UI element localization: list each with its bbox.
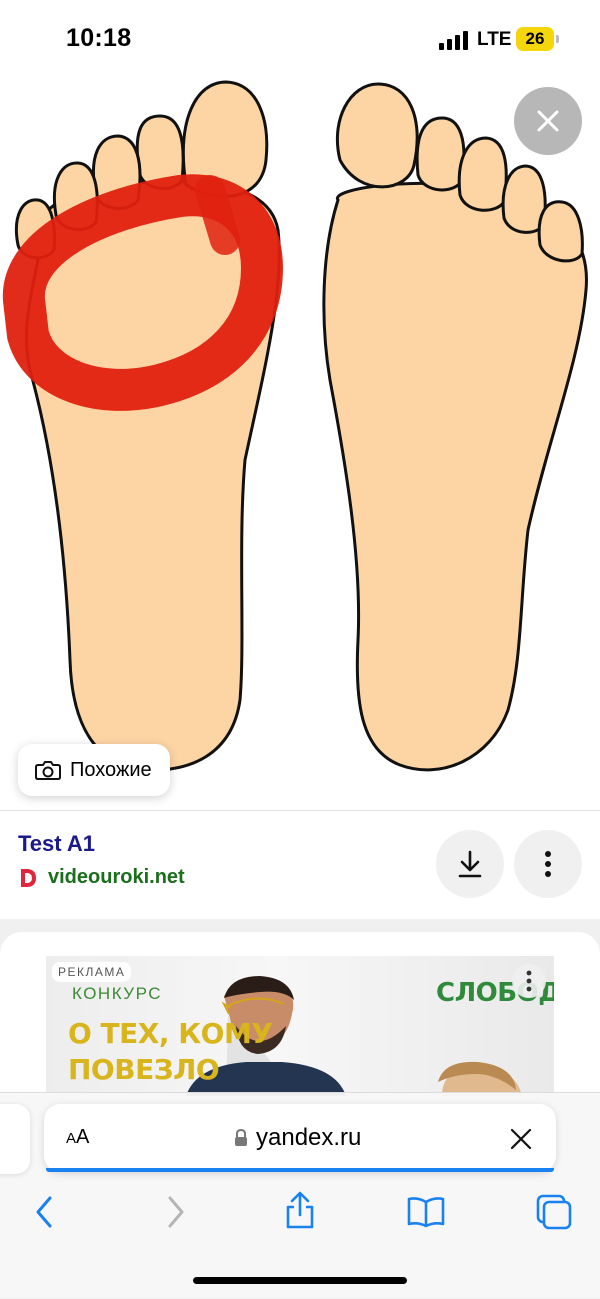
- ad-banner[interactable]: РЕКЛАМА КОНКУРС О ТЕХ, КОМУ ПОВЕЗЛО СЛОБ…: [46, 956, 554, 1096]
- share-icon[interactable]: [284, 1190, 316, 1230]
- camera-search-icon: [35, 761, 61, 780]
- tabs-icon[interactable]: [534, 1192, 574, 1230]
- network-type: LTE: [477, 29, 512, 50]
- ad-contest-label: КОНКУРС: [72, 984, 163, 1003]
- address-bar[interactable]: AA yandex.ru: [44, 1104, 556, 1172]
- address-domain[interactable]: yandex.ru: [234, 1124, 361, 1152]
- domain-text: yandex.ru: [256, 1124, 362, 1151]
- download-icon: [458, 850, 482, 878]
- signal-icon: [439, 30, 469, 50]
- download-button[interactable]: [436, 830, 504, 898]
- battery-level: 26: [525, 29, 545, 48]
- page-load-progress: [46, 1168, 554, 1172]
- status-time: 10:18: [66, 24, 132, 52]
- more-button[interactable]: [514, 830, 582, 898]
- book-icon[interactable]: [406, 1196, 446, 1228]
- similar-images-label: Похожие: [70, 758, 152, 781]
- image-viewer[interactable]: [0, 66, 600, 801]
- ad-headline-line2: ПОВЕЗЛО: [68, 1053, 220, 1086]
- ad-headline: О ТЕХ, КОМУ ПОВЕЗЛО: [68, 1016, 273, 1088]
- more-vertical-icon: [545, 851, 551, 877]
- ad-headline-line1: О ТЕХ, КОМУ: [68, 1017, 273, 1050]
- close-icon: [537, 110, 559, 132]
- close-icon[interactable]: [510, 1128, 532, 1150]
- similar-images-button[interactable]: Похожие: [18, 744, 170, 796]
- battery-icon: 26: [516, 27, 554, 51]
- home-indicator[interactable]: [193, 1277, 407, 1284]
- result-source[interactable]: videouroki.net: [18, 866, 185, 889]
- chevron-right-icon[interactable]: [160, 1194, 190, 1230]
- source-name: videouroki.net: [48, 866, 185, 888]
- right-foot: [322, 82, 588, 772]
- chevron-left-icon[interactable]: [30, 1194, 60, 1230]
- ad-badge: РЕКЛАМА: [52, 962, 132, 982]
- feet-image: [2, 80, 588, 772]
- result-title[interactable]: Test A1: [18, 831, 95, 857]
- close-button[interactable]: [514, 87, 582, 155]
- more-vertical-icon: [526, 970, 532, 992]
- source-favicon-icon: [21, 868, 36, 887]
- ad-menu-button[interactable]: [512, 964, 546, 998]
- text-size-large: A: [76, 1126, 90, 1148]
- text-size-small: A: [66, 1130, 77, 1147]
- text-size-button[interactable]: AA: [66, 1126, 89, 1149]
- previous-tab-preview[interactable]: [0, 1104, 30, 1174]
- result-info: Test A1 videouroki.net: [0, 811, 600, 919]
- lock-icon: [235, 1129, 247, 1146]
- battery-cap: [556, 35, 559, 43]
